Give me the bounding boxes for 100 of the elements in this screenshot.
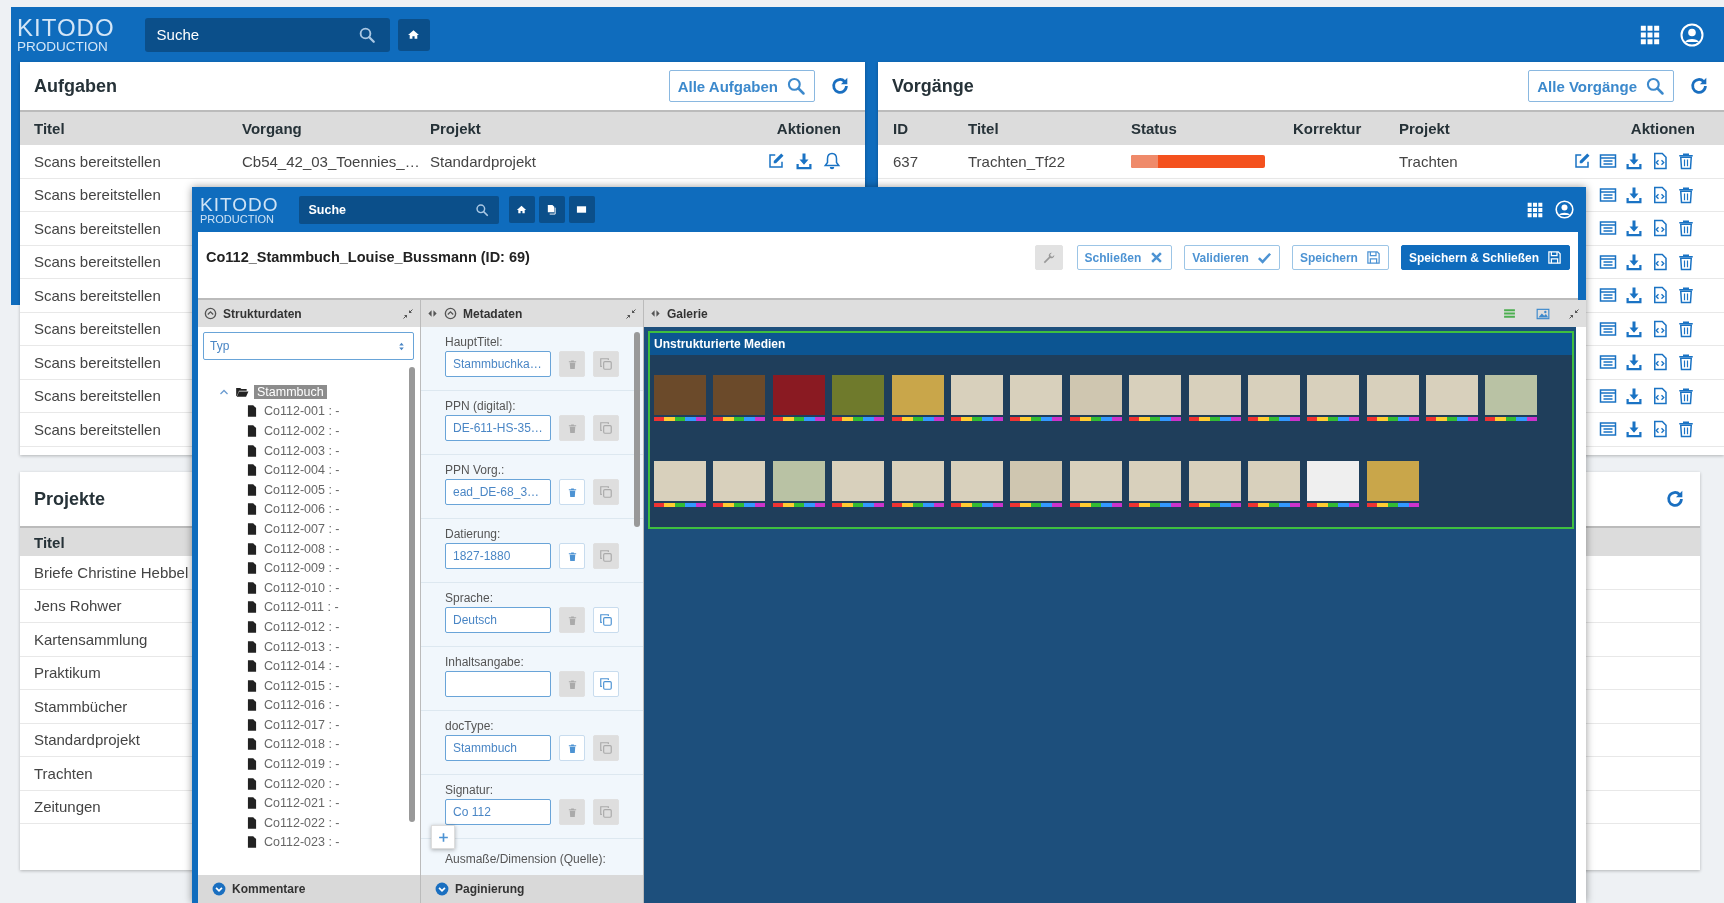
- list-icon[interactable]: [1599, 353, 1617, 372]
- list-icon[interactable]: [1599, 252, 1617, 271]
- tree-item[interactable]: Co112-006 : -: [264, 502, 340, 517]
- image-view-icon[interactable]: [1536, 306, 1550, 321]
- photo-thumbnail[interactable]: [1010, 461, 1063, 507]
- download-icon[interactable]: [1625, 252, 1643, 271]
- delete-button[interactable]: [559, 735, 585, 761]
- photo-thumbnail[interactable]: [1188, 461, 1241, 507]
- tree-item[interactable]: Co112-015 : -: [264, 678, 340, 693]
- tree-item[interactable]: Co112-005 : -: [264, 482, 340, 497]
- photo-thumbnail[interactable]: [1247, 461, 1300, 507]
- tree-item[interactable]: Co112-002 : -: [264, 424, 340, 438]
- tree-item[interactable]: Co112-010 : -: [264, 580, 340, 595]
- tree-item[interactable]: Co112-021 : -: [264, 796, 340, 811]
- trash-icon[interactable]: [1677, 252, 1695, 271]
- photo-thumbnail[interactable]: [654, 375, 706, 421]
- photo-thumbnail[interactable]: [654, 461, 706, 507]
- download-icon[interactable]: [1625, 219, 1643, 238]
- grid-icon[interactable]: [1527, 201, 1543, 218]
- refresh-icon[interactable]: [829, 75, 851, 97]
- photo-thumbnail[interactable]: [1426, 375, 1479, 421]
- tree-item[interactable]: Co112-022 : -: [264, 815, 340, 830]
- tree-item[interactable]: Co112-014 : -: [264, 659, 340, 674]
- collapse-icon[interactable]: [204, 307, 217, 320]
- list-icon[interactable]: [1599, 386, 1617, 405]
- scrollbar[interactable]: [634, 332, 640, 527]
- trash-icon[interactable]: [1677, 185, 1695, 204]
- trash-icon[interactable]: [1677, 219, 1695, 238]
- tree-item[interactable]: Co112-007 : -: [264, 521, 340, 536]
- add-button[interactable]: [431, 825, 455, 849]
- input-field[interactable]: Stammbuchka…: [445, 351, 551, 377]
- tree-item[interactable]: Co112-017 : -: [264, 717, 340, 732]
- input-field[interactable]: [445, 671, 551, 697]
- download-icon[interactable]: [1625, 420, 1643, 439]
- expand-icon[interactable]: [212, 882, 226, 896]
- photo-thumbnail[interactable]: [1366, 461, 1419, 507]
- compress-icon[interactable]: [1568, 307, 1580, 320]
- photo-thumbnail[interactable]: [772, 461, 825, 507]
- grid-icon[interactable]: [1640, 24, 1660, 45]
- tree-item[interactable]: Co112-019 : -: [264, 757, 340, 772]
- input-field[interactable]: Co 112: [445, 799, 551, 825]
- scrollbar[interactable]: [1576, 327, 1586, 903]
- photo-thumbnail[interactable]: [891, 375, 944, 421]
- download-icon[interactable]: [1625, 286, 1643, 305]
- photo-thumbnail[interactable]: [713, 461, 766, 507]
- tree-item[interactable]: Co112-009 : -: [264, 561, 340, 576]
- tree-item[interactable]: Co112-016 : -: [264, 698, 340, 713]
- download-icon[interactable]: [1625, 152, 1643, 171]
- tree-item[interactable]: Co112-020 : -: [264, 776, 340, 791]
- download-icon[interactable]: [795, 152, 813, 171]
- type-select[interactable]: Typ: [203, 332, 414, 360]
- input-field[interactable]: Deutsch: [445, 607, 551, 633]
- code-file-icon[interactable]: [1651, 420, 1669, 439]
- photo-thumbnail[interactable]: [1366, 375, 1419, 421]
- code-file-icon[interactable]: [1651, 286, 1669, 305]
- tree-item[interactable]: Co112-018 : -: [264, 737, 340, 752]
- photo-thumbnail[interactable]: [950, 375, 1003, 421]
- code-file-icon[interactable]: [1651, 219, 1669, 238]
- photo-thumbnail[interactable]: [1485, 375, 1538, 421]
- search-field[interactable]: Suche: [144, 17, 390, 52]
- photo-thumbnail[interactable]: [950, 461, 1003, 507]
- list-icon[interactable]: [1599, 420, 1617, 439]
- download-icon[interactable]: [1625, 185, 1643, 204]
- trash-icon[interactable]: [1677, 386, 1695, 405]
- photo-thumbnail[interactable]: [1307, 375, 1360, 421]
- photo-thumbnail[interactable]: [1069, 461, 1122, 507]
- download-icon[interactable]: [1625, 319, 1643, 338]
- resize-icon[interactable]: [427, 308, 438, 319]
- pages-button[interactable]: [538, 196, 565, 223]
- trash-icon[interactable]: [1677, 286, 1695, 305]
- compress-icon[interactable]: [402, 307, 414, 320]
- code-file-icon[interactable]: [1651, 152, 1669, 171]
- scrollbar[interactable]: [409, 367, 415, 822]
- filter-button[interactable]: Alle Aufgaben: [668, 70, 815, 102]
- photo-thumbnail[interactable]: [832, 461, 885, 507]
- edit-icon[interactable]: [767, 152, 785, 171]
- photo-thumbnail[interactable]: [832, 375, 885, 421]
- input-field[interactable]: DE-611-HS-35…: [445, 415, 551, 441]
- user-icon[interactable]: [1555, 200, 1574, 219]
- tree-item[interactable]: Co112-001 : -: [264, 404, 340, 419]
- save-button[interactable]: Speichern: [1291, 245, 1389, 270]
- trash-icon[interactable]: [1677, 319, 1695, 338]
- user-icon[interactable]: [1680, 22, 1704, 47]
- photo-thumbnail[interactable]: [713, 375, 766, 421]
- tree-item[interactable]: Co112-008 : -: [264, 541, 340, 556]
- photo-thumbnail[interactable]: [1129, 461, 1182, 507]
- photo-thumbnail[interactable]: [1069, 375, 1122, 421]
- expand-icon[interactable]: [435, 882, 449, 896]
- refresh-icon[interactable]: [1664, 488, 1686, 510]
- photo-thumbnail[interactable]: [1188, 375, 1241, 421]
- list-icon[interactable]: [1599, 185, 1617, 204]
- trash-icon[interactable]: [1677, 152, 1695, 171]
- tree-item[interactable]: Co112-013 : -: [264, 639, 340, 654]
- edit-icon[interactable]: [1573, 152, 1591, 171]
- delete-button[interactable]: [559, 543, 585, 569]
- card-button[interactable]: [568, 196, 595, 223]
- tree-item[interactable]: Co112-023 : -: [264, 835, 340, 850]
- input-field[interactable]: Stammbuch: [445, 735, 551, 761]
- trash-icon[interactable]: [1677, 420, 1695, 439]
- save-and-close-button[interactable]: Speichern & Schließen: [1400, 245, 1570, 270]
